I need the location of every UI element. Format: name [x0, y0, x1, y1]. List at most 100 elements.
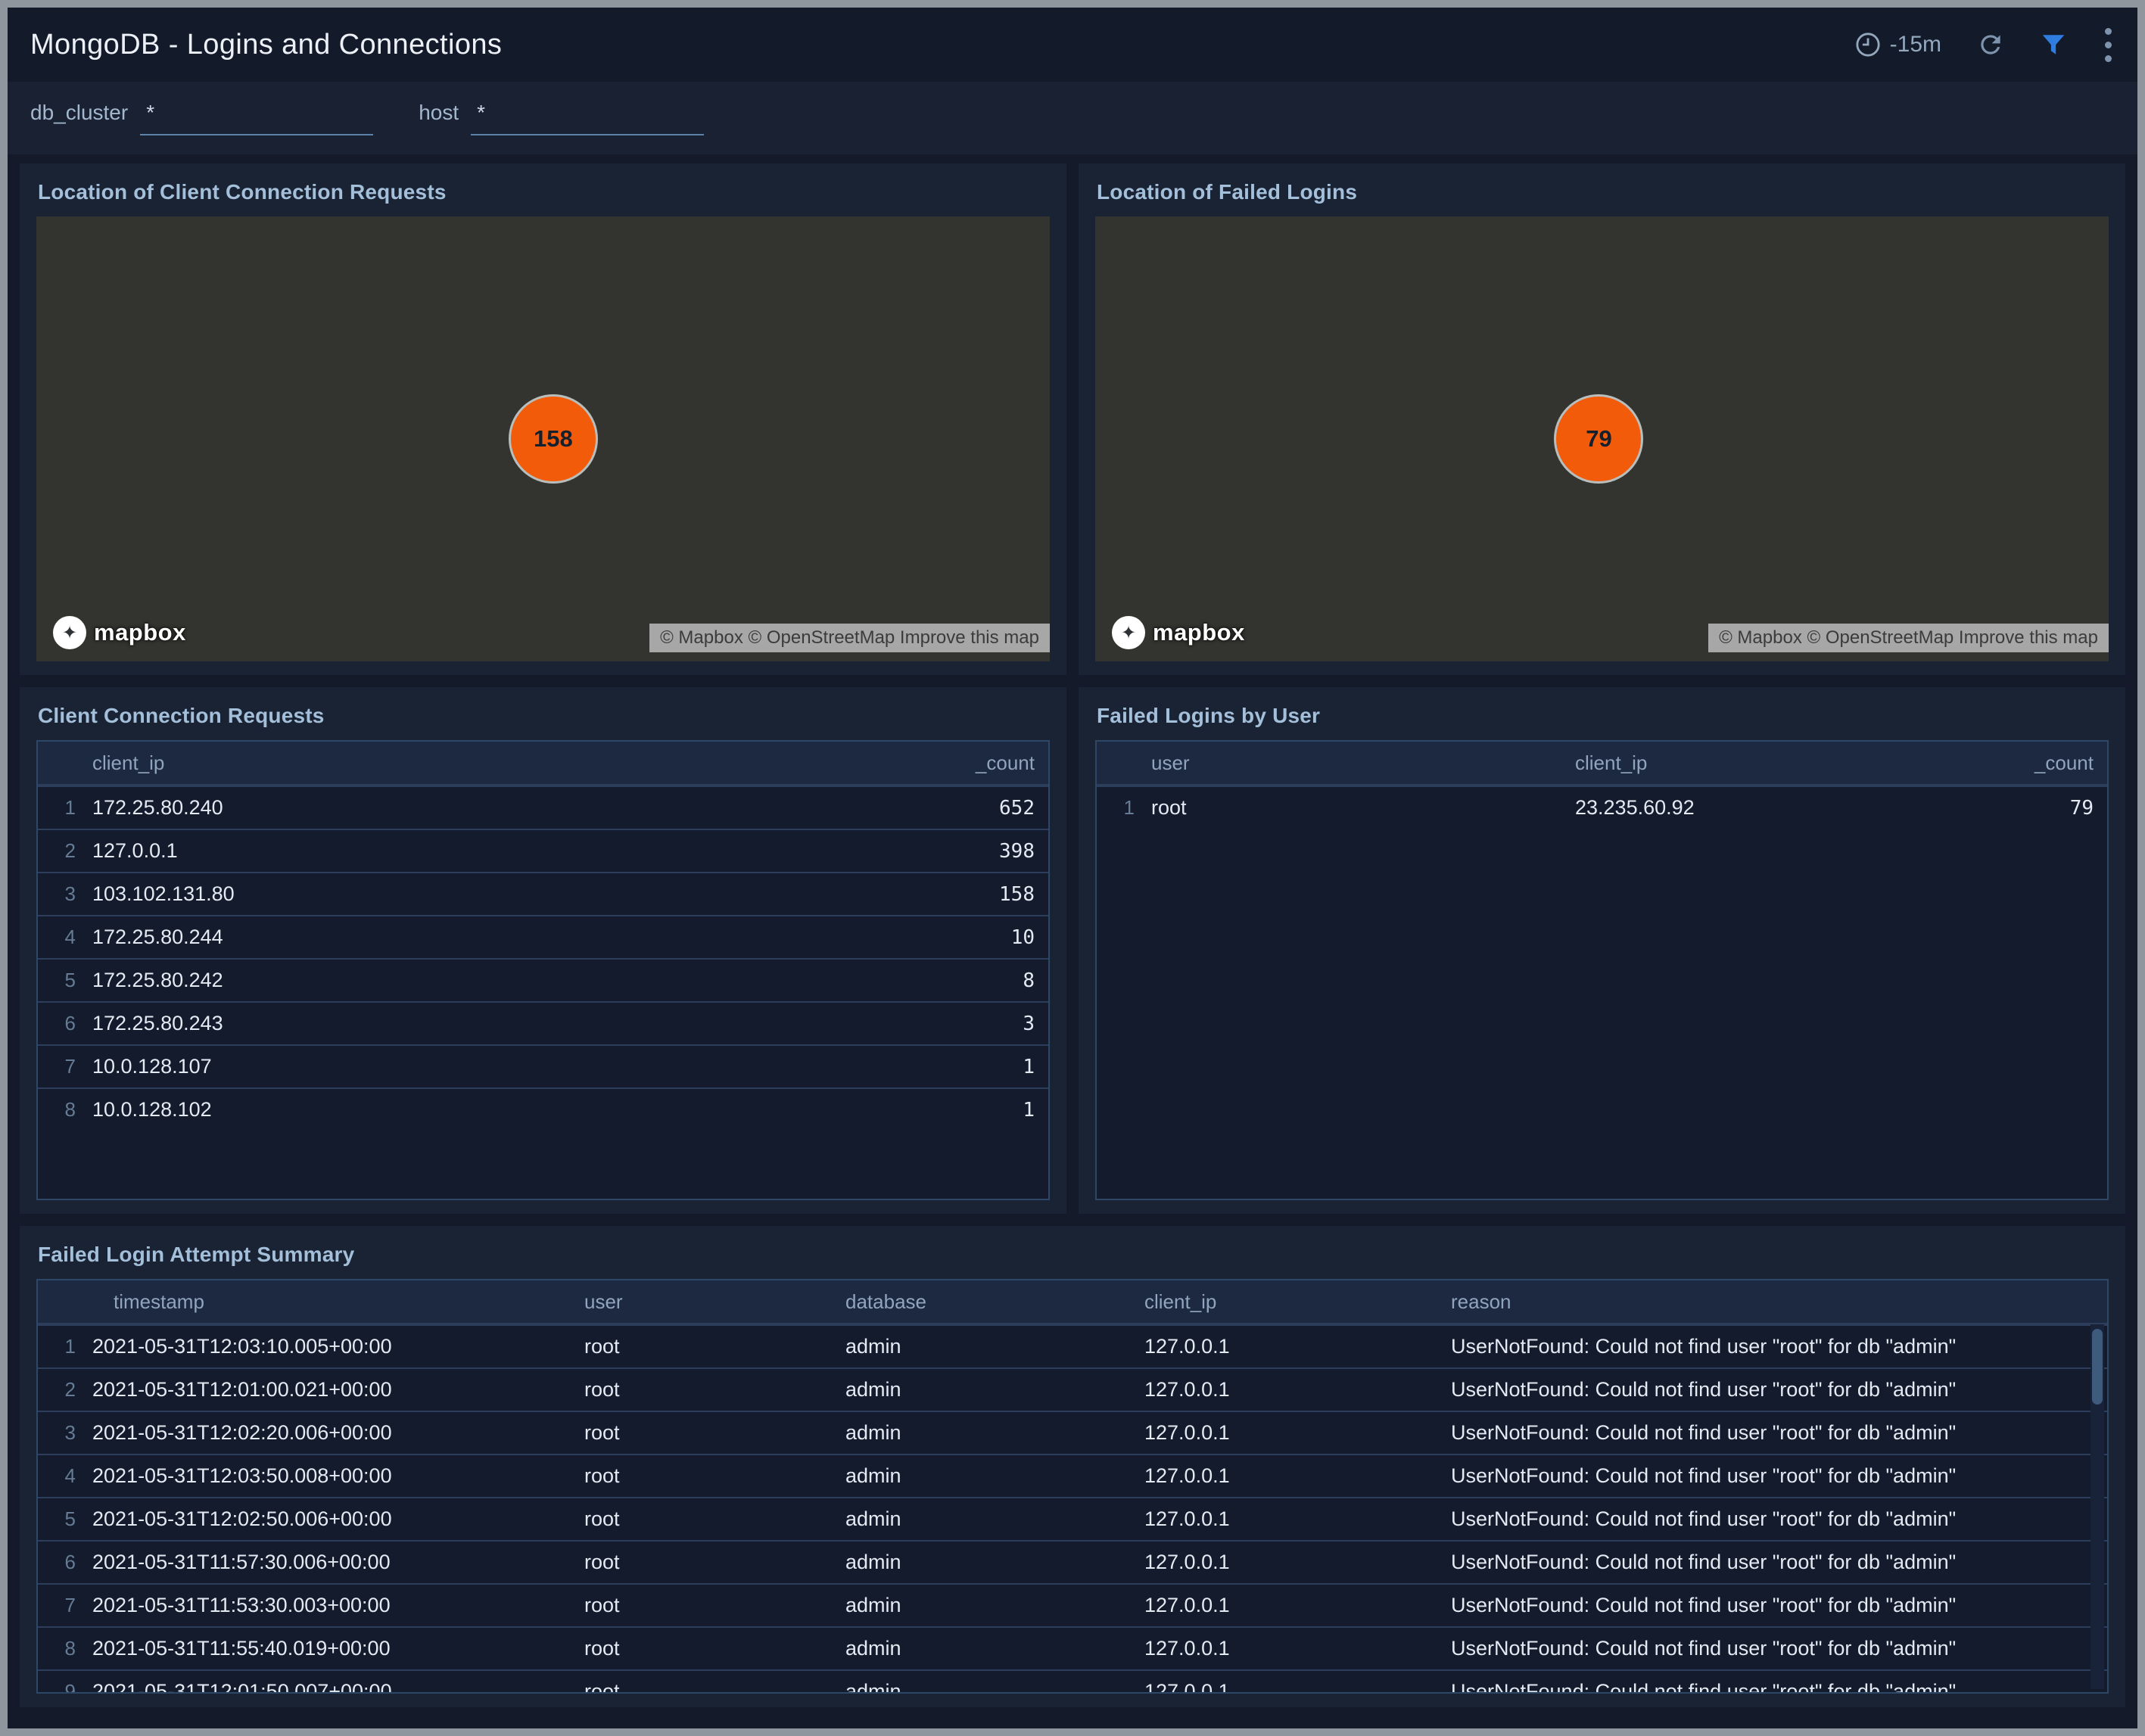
cell-count: 1 — [882, 1056, 1048, 1078]
cell-reason: UserNotFound: Could not find user "root"… — [1445, 1421, 2107, 1445]
row-number: 8 — [38, 1098, 86, 1122]
table-row[interactable]: 8 10.0.128.102 1 — [38, 1087, 1048, 1131]
table-row[interactable]: 3 2021-05-31T12:02:20.006+00:00 root adm… — [38, 1411, 2107, 1454]
mapbox-logo-text: mapbox — [94, 619, 186, 646]
cell-reason: UserNotFound: Could not find user "root"… — [1445, 1378, 2107, 1402]
cell-client-ip: 127.0.0.1 — [1138, 1421, 1445, 1445]
column-header-client-ip[interactable]: client_ip — [86, 751, 882, 775]
table-header-row: timestamp user database client_ip reason — [38, 1280, 2107, 1323]
vertical-scrollbar[interactable] — [2091, 1324, 2104, 1689]
filter-host-label: host — [419, 101, 459, 135]
table-row[interactable]: 1 root 23.235.60.92 79 — [1097, 786, 2107, 829]
cell-client-ip: 127.0.0.1 — [1138, 1464, 1445, 1488]
cell-client-ip: 172.25.80.244 — [86, 926, 882, 949]
map-failed-logins[interactable]: 79 ✦ mapbox © Mapbox © OpenStreetMap Imp… — [1095, 216, 2109, 661]
cell-timestamp: 2021-05-31T12:01:50.007+00:00 — [86, 1680, 578, 1692]
map-attribution[interactable]: © Mapbox © OpenStreetMap Improve this ma… — [1708, 624, 2109, 652]
column-header-reason[interactable]: reason — [1445, 1290, 2107, 1314]
table-row[interactable]: 4 172.25.80.244 10 — [38, 915, 1048, 958]
cell-client-ip: 103.102.131.80 — [86, 882, 882, 906]
table-row[interactable]: 5 2021-05-31T12:02:50.006+00:00 root adm… — [38, 1497, 2107, 1540]
failed-summary-table: timestamp user database client_ip reason… — [36, 1279, 2109, 1694]
cell-timestamp: 2021-05-31T12:01:00.021+00:00 — [86, 1378, 578, 1402]
column-header-database[interactable]: database — [839, 1290, 1138, 1314]
cell-database: admin — [839, 1551, 1138, 1574]
table-row[interactable]: 7 10.0.128.107 1 — [38, 1044, 1048, 1087]
cell-user: root — [578, 1335, 839, 1358]
panel-title: Failed Login Attempt Summary — [38, 1243, 2109, 1267]
cell-reason: UserNotFound: Could not find user "root"… — [1445, 1551, 2107, 1574]
table-row[interactable]: 2 127.0.0.1 398 — [38, 829, 1048, 872]
cell-count: 79 — [1926, 797, 2107, 820]
filter-db-cluster-input[interactable]: * — [140, 101, 373, 135]
map-cluster-marker[interactable]: 158 — [509, 394, 598, 484]
table-row[interactable]: 2 2021-05-31T12:01:00.021+00:00 root adm… — [38, 1367, 2107, 1411]
table-row[interactable]: 6 172.25.80.243 3 — [38, 1001, 1048, 1044]
table-row[interactable]: 1 172.25.80.240 652 — [38, 786, 1048, 829]
column-header-timestamp[interactable]: timestamp — [86, 1290, 578, 1314]
row-number: 7 — [38, 1055, 86, 1078]
filter-button[interactable] — [2040, 31, 2067, 58]
cell-client-ip: 127.0.0.1 — [1138, 1507, 1445, 1531]
cell-user: root — [578, 1551, 839, 1574]
table-row[interactable]: 5 172.25.80.242 8 — [38, 958, 1048, 1001]
time-range-label: -15m — [1890, 32, 1941, 58]
column-header-client-ip[interactable]: client_ip — [1569, 751, 1926, 775]
table-row[interactable]: 6 2021-05-31T11:57:30.006+00:00 root adm… — [38, 1540, 2107, 1583]
row-number: 8 — [38, 1637, 86, 1660]
panel-title: Location of Failed Logins — [1097, 180, 2109, 204]
row-number: 3 — [38, 1421, 86, 1445]
table-row[interactable]: 7 2021-05-31T11:53:30.003+00:00 root adm… — [38, 1583, 2107, 1626]
table-row[interactable]: 9 2021-05-31T12:01:50.007+00:00 root adm… — [38, 1669, 2107, 1692]
column-header-user[interactable]: user — [1145, 751, 1569, 775]
mapbox-logo-icon: ✦ — [53, 616, 86, 649]
map-connections[interactable]: 158 ✦ mapbox © Mapbox © OpenStreetMap Im… — [36, 216, 1050, 661]
cell-database: admin — [839, 1680, 1138, 1692]
cell-reason: UserNotFound: Could not find user "root"… — [1445, 1680, 2107, 1692]
cell-database: admin — [839, 1335, 1138, 1358]
more-options-button[interactable] — [2102, 25, 2115, 65]
row-number: 2 — [38, 1378, 86, 1402]
table-header-row: user client_ip _count — [1097, 742, 2107, 784]
time-range-button[interactable]: -15m — [1855, 32, 1941, 58]
filter-bar: db_cluster * host * — [8, 82, 2137, 154]
panel-title: Location of Client Connection Requests — [38, 180, 1050, 204]
column-header-client-ip[interactable]: client_ip — [1138, 1290, 1445, 1314]
cell-timestamp: 2021-05-31T12:03:10.005+00:00 — [86, 1335, 578, 1358]
failed-by-user-table: user client_ip _count 1 root 23.235.60.9… — [1095, 740, 2109, 1200]
table-body: 1 root 23.235.60.92 79 — [1097, 784, 2107, 1199]
window-frame: MongoDB - Logins and Connections -15m — [0, 0, 2145, 1736]
mapbox-logo[interactable]: ✦ mapbox — [53, 616, 186, 649]
filter-icon — [2040, 31, 2067, 58]
cell-reason: UserNotFound: Could not find user "root"… — [1445, 1594, 2107, 1617]
map-cluster-marker[interactable]: 79 — [1554, 394, 1643, 484]
table-row[interactable]: 8 2021-05-31T11:55:40.019+00:00 root adm… — [38, 1626, 2107, 1669]
table-row[interactable]: 1 2021-05-31T12:03:10.005+00:00 root adm… — [38, 1324, 2107, 1367]
cell-client-ip: 127.0.0.1 — [1138, 1594, 1445, 1617]
table-row[interactable]: 3 103.102.131.80 158 — [38, 872, 1048, 915]
table-row[interactable]: 4 2021-05-31T12:03:50.008+00:00 root adm… — [38, 1454, 2107, 1497]
cell-reason: UserNotFound: Could not find user "root"… — [1445, 1507, 2107, 1531]
mapbox-logo[interactable]: ✦ mapbox — [1112, 616, 1245, 649]
row-number: 9 — [38, 1680, 86, 1692]
column-header-user[interactable]: user — [578, 1290, 839, 1314]
column-header-count[interactable]: _count — [882, 751, 1048, 775]
row-number: 4 — [38, 1464, 86, 1488]
filter-host-input[interactable]: * — [471, 101, 704, 135]
panel-location-failed-logins: Location of Failed Logins 79 ✦ mapbox © … — [1079, 163, 2125, 675]
panel-client-connection-requests: Client Connection Requests client_ip _co… — [20, 687, 1066, 1214]
cell-count: 398 — [882, 840, 1048, 863]
cell-client-ip: 127.0.0.1 — [1138, 1637, 1445, 1660]
page-title: MongoDB - Logins and Connections — [30, 29, 502, 61]
refresh-button[interactable] — [1976, 30, 2005, 59]
row-number: 6 — [38, 1012, 86, 1035]
mapbox-logo-text: mapbox — [1153, 619, 1245, 646]
vertical-scrollbar-thumb[interactable] — [2092, 1329, 2103, 1405]
filter-host: host * — [419, 101, 704, 135]
dashboard-header: MongoDB - Logins and Connections -15m — [8, 8, 2137, 82]
row-number: 1 — [38, 1335, 86, 1358]
row-number: 1 — [1097, 796, 1145, 820]
map-attribution[interactable]: © Mapbox © OpenStreetMap Improve this ma… — [649, 624, 1050, 652]
column-header-count[interactable]: _count — [1926, 751, 2107, 775]
header-controls: -15m — [1855, 25, 2115, 65]
